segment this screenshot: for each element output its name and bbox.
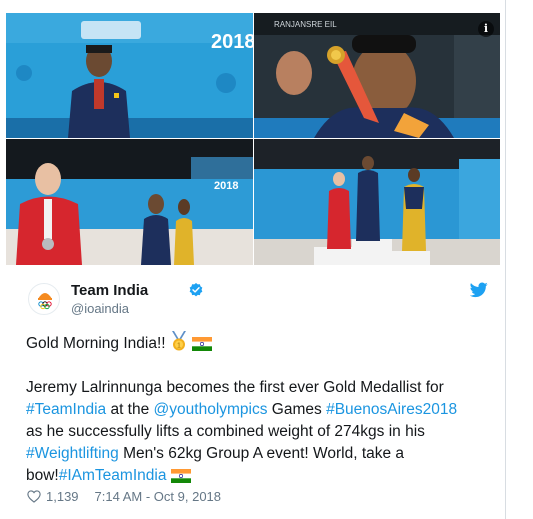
svg-text:1: 1 bbox=[177, 343, 181, 350]
timestamp-link[interactable]: 7:14 AM - Oct 9, 2018 bbox=[95, 489, 221, 504]
photo-grid: 2018 RANJANSRE EIL i 2018 bbox=[6, 13, 500, 266]
photo-athlete-biting-medal[interactable]: RANJANSRE EIL i bbox=[254, 13, 500, 138]
text-bow: bow! bbox=[26, 467, 59, 484]
like-count[interactable]: 1,139 bbox=[46, 489, 79, 504]
hashtag-teamindia-link[interactable]: #TeamIndia bbox=[26, 401, 106, 418]
handle[interactable]: @ioaindia bbox=[71, 301, 129, 316]
photo-podium-ceremony[interactable] bbox=[254, 139, 500, 265]
photo-three-medallists[interactable]: 2018 bbox=[6, 139, 253, 265]
text-at-the: at the bbox=[106, 401, 154, 418]
tweet-line-1: Gold Morning India!! 1 bbox=[26, 331, 494, 355]
tweet-line-2: Jeremy Lalrinnunga becomes the first eve… bbox=[26, 379, 444, 396]
tweet-text: Gold Morning India!! 1 Jeremy Lalrinnung… bbox=[26, 331, 494, 487]
tweet-line-4: as he successfully lifts a combined weig… bbox=[26, 423, 425, 440]
tweet-header: Team India @ioaindia bbox=[28, 279, 488, 319]
heart-icon[interactable] bbox=[27, 490, 41, 503]
india-flag-emoji-icon bbox=[192, 337, 213, 351]
sign-2018-text: 2018 bbox=[211, 31, 253, 53]
hashtag-weightlifting-link[interactable]: #Weightlifting bbox=[26, 445, 119, 462]
photo-athlete-on-podium[interactable]: 2018 bbox=[6, 13, 253, 138]
hashtag-iamteamindia-link[interactable]: #IAmTeamIndia bbox=[59, 467, 167, 484]
mention-youtholympics-link[interactable]: @youtholympics bbox=[154, 401, 268, 418]
gold-medal-emoji-icon: 1 bbox=[171, 331, 186, 351]
avatar[interactable] bbox=[28, 283, 60, 315]
text-event: Men's 62kg Group A event! World, take a bbox=[118, 445, 405, 462]
hashtag-buenosaires2018-link[interactable]: #BuenosAires2018 bbox=[326, 401, 457, 418]
verified-badge-icon bbox=[189, 283, 203, 297]
info-icon[interactable]: i bbox=[478, 21, 494, 37]
tweet-card: 2018 RANJANSRE EIL i 2018 Team India @io… bbox=[0, 0, 506, 519]
greeting-text: Gold Morning India!! bbox=[26, 335, 166, 352]
text-games: Games bbox=[267, 401, 327, 418]
india-flag-emoji-icon bbox=[170, 469, 191, 483]
tweet-footer: 1,139 7:14 AM - Oct 9, 2018 bbox=[27, 489, 221, 504]
tweet-line-6: bow!#IAmTeamIndia bbox=[26, 465, 494, 487]
tweet-line-3: #TeamIndia at the @youtholympics Games #… bbox=[26, 399, 494, 421]
ioa-logo-icon bbox=[38, 293, 52, 310]
scoreboard-text: RANJANSRE EIL bbox=[274, 20, 337, 29]
display-name[interactable]: Team India bbox=[71, 282, 148, 299]
sign-2018-text: 2018 bbox=[214, 180, 238, 192]
twitter-bird-icon[interactable] bbox=[470, 282, 488, 298]
tweet-line-5: #Weightlifting Men's 62kg Group A event!… bbox=[26, 443, 494, 465]
